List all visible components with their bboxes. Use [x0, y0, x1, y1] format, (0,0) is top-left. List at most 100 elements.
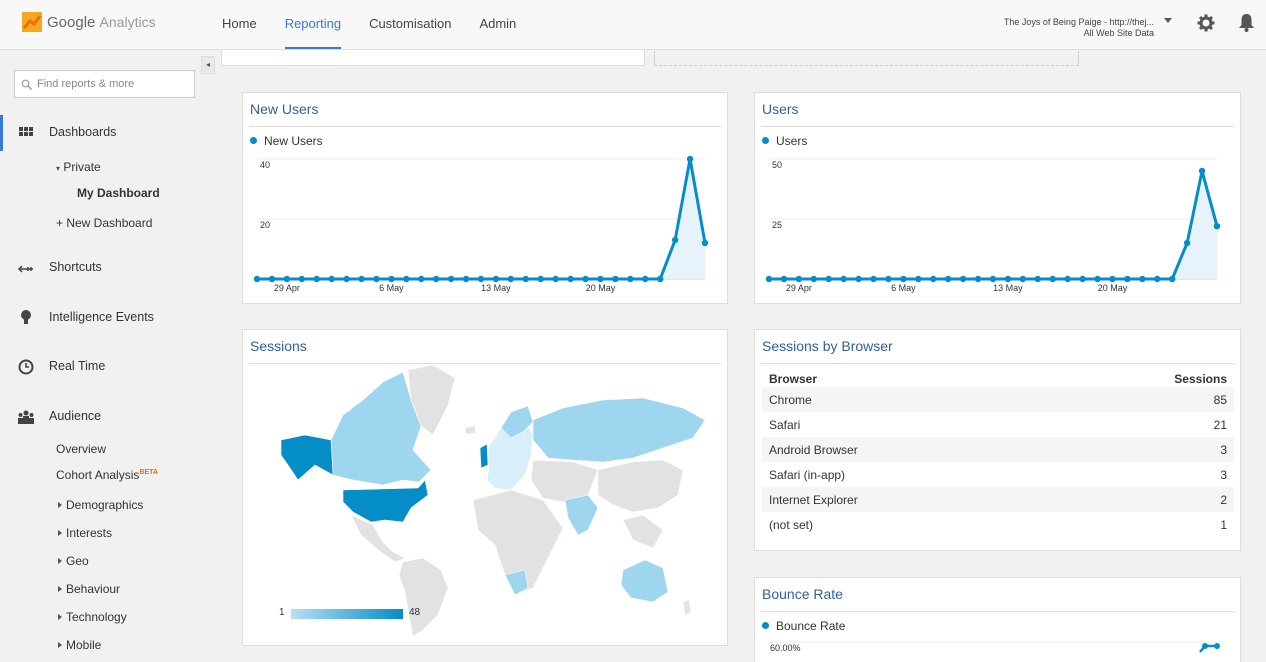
- data-point: [522, 275, 529, 283]
- data-point: [283, 275, 291, 283]
- sidebar-item-behaviour[interactable]: Behaviour: [58, 582, 120, 596]
- map-region-uk: [479, 443, 489, 469]
- legend-dot: [762, 137, 769, 144]
- scale-max-label: 48: [409, 607, 421, 618]
- gear-icon[interactable]: [1197, 14, 1215, 32]
- sidebar-item-my-dashboard[interactable]: My Dashboard: [77, 186, 160, 200]
- table-row[interactable]: Android Browser 3: [762, 437, 1234, 462]
- table-row[interactable]: Safari (in-app) 3: [762, 462, 1234, 487]
- widget-bounce-rate[interactable]: Bounce Rate Bounce Rate 60.00%: [754, 577, 1241, 662]
- data-point: [701, 239, 709, 247]
- browser-table: Browser Sessions Chrome 85 Safari 21 Andro…: [762, 370, 1234, 537]
- item-label: Interests: [66, 526, 113, 540]
- private-label: Private: [63, 160, 101, 174]
- search-input[interactable]: Find reports & more: [14, 70, 195, 98]
- data-point: [1213, 223, 1221, 230]
- sidebar-item-demographics[interactable]: Demographics: [58, 498, 143, 512]
- cell-sessions: 21: [1213, 417, 1227, 432]
- map-region-new-zealand: [682, 599, 692, 616]
- cell-sessions: 3: [1220, 442, 1227, 457]
- data-point: [671, 236, 679, 244]
- sidebar-item-interests[interactable]: Interests: [58, 526, 112, 540]
- tab-reporting[interactable]: Reporting: [284, 0, 342, 50]
- sidebar-item-dashboards[interactable]: Dashboards: [0, 123, 216, 143]
- data-point: [900, 275, 907, 283]
- widget-title: Sessions by Browser: [762, 338, 893, 354]
- sidebar-item-real-time[interactable]: Real Time: [0, 357, 216, 377]
- y-tick-label: 20: [260, 220, 270, 230]
- item-label: Mobile: [66, 638, 102, 652]
- sidebar-item-cohort-analysis[interactable]: Cohort AnalysisBETA: [56, 468, 158, 482]
- data-point: [945, 275, 952, 283]
- shortcuts-arrow-icon: [17, 265, 33, 273]
- data-point: [343, 275, 350, 283]
- sidebar-item-label: Intelligence Events: [49, 310, 154, 324]
- tab-customisation[interactable]: Customisation: [369, 0, 451, 50]
- chart-legend: Users: [762, 134, 807, 148]
- expand-arrow-icon: [58, 530, 62, 536]
- sidebar-item-new-dashboard[interactable]: + New Dashboard: [56, 216, 152, 230]
- widget-sessions-by-browser[interactable]: Sessions by Browser Browser Sessions Chr…: [754, 329, 1241, 551]
- expand-arrow-icon: [58, 642, 62, 648]
- map-region-iceland: [464, 425, 477, 435]
- data-point: [328, 275, 335, 283]
- tab-admin[interactable]: Admin: [479, 0, 516, 50]
- sidebar-item-shortcuts[interactable]: Shortcuts: [0, 258, 216, 278]
- sidebar-item-technology[interactable]: Technology: [58, 610, 127, 624]
- sidebar-item-label: Dashboards: [49, 125, 117, 139]
- lightbulb-icon: [21, 310, 31, 324]
- data-point: [840, 275, 847, 283]
- widget-users[interactable]: Users Users 25 50 29 Apr 6 May 13 May 20 May: [754, 92, 1241, 304]
- x-tick-label: 29 Apr: [274, 283, 300, 293]
- sidebar-item-mobile[interactable]: Mobile: [58, 638, 101, 652]
- data-point: [795, 275, 803, 283]
- table-row[interactable]: Safari 21: [762, 412, 1234, 437]
- divider: [761, 126, 1234, 127]
- data-point: [597, 275, 604, 283]
- sidebar-item-geo[interactable]: Geo: [58, 554, 89, 568]
- item-label: Behaviour: [66, 582, 121, 596]
- data-point: [552, 275, 559, 283]
- data-point: [477, 275, 485, 283]
- sidebar-item-private[interactable]: ▾ Private: [56, 160, 101, 174]
- data-point: [1079, 275, 1086, 283]
- chart-legend: Bounce Rate: [762, 619, 845, 633]
- map-region-south-america: [398, 557, 449, 637]
- divider: [761, 611, 1234, 612]
- data-point: [959, 275, 967, 283]
- data-point: [1214, 643, 1220, 649]
- data-point: [1169, 275, 1176, 283]
- account-dropdown-icon[interactable]: [1164, 18, 1172, 23]
- tab-home[interactable]: Home: [222, 0, 257, 50]
- cell-sessions: 2: [1220, 492, 1227, 507]
- widget-sessions-map[interactable]: Sessions 1 48: [242, 329, 728, 646]
- caret-down-icon: ▾: [56, 164, 61, 173]
- account-property: The Joys of Being Paige - http://thej...: [1003, 17, 1154, 27]
- data-point: [388, 275, 395, 283]
- sidebar-item-intelligence-events[interactable]: Intelligence Events: [0, 308, 216, 328]
- main-nav: Home Reporting Customisation Admin: [222, 0, 544, 50]
- sidebar-item-overview[interactable]: Overview: [56, 442, 106, 456]
- notifications-bell-icon[interactable]: [1238, 13, 1255, 32]
- data-point: [253, 275, 261, 283]
- table-row[interactable]: (not set) 1: [762, 512, 1234, 537]
- data-point: [418, 275, 425, 283]
- data-point: [567, 275, 574, 283]
- sidebar-item-audience[interactable]: Audience: [0, 407, 216, 427]
- cell-browser: Safari: [769, 417, 801, 432]
- data-point: [915, 275, 922, 283]
- widget-title: Bounce Rate: [762, 586, 843, 602]
- account-selector[interactable]: The Joys of Being Paige - http://thej...…: [1004, 17, 1154, 39]
- x-tick-label: 13 May: [993, 283, 1023, 293]
- google-analytics-logo[interactable]: Google Analytics: [22, 12, 156, 32]
- data-point: [627, 275, 634, 283]
- table-row[interactable]: Chrome 85: [762, 387, 1234, 412]
- item-label: Technology: [66, 610, 127, 624]
- collapse-sidebar-button[interactable]: ◂: [201, 56, 215, 74]
- widget-title: New Users: [250, 101, 319, 117]
- widget-new-users[interactable]: New Users New Users 20 40 29 Apr 6 May 13 Ma…: [242, 92, 728, 304]
- table-row[interactable]: Internet Explorer 2: [762, 487, 1234, 512]
- data-point: [825, 275, 832, 283]
- legend-label: Users: [776, 134, 808, 148]
- map-region-india: [564, 494, 599, 536]
